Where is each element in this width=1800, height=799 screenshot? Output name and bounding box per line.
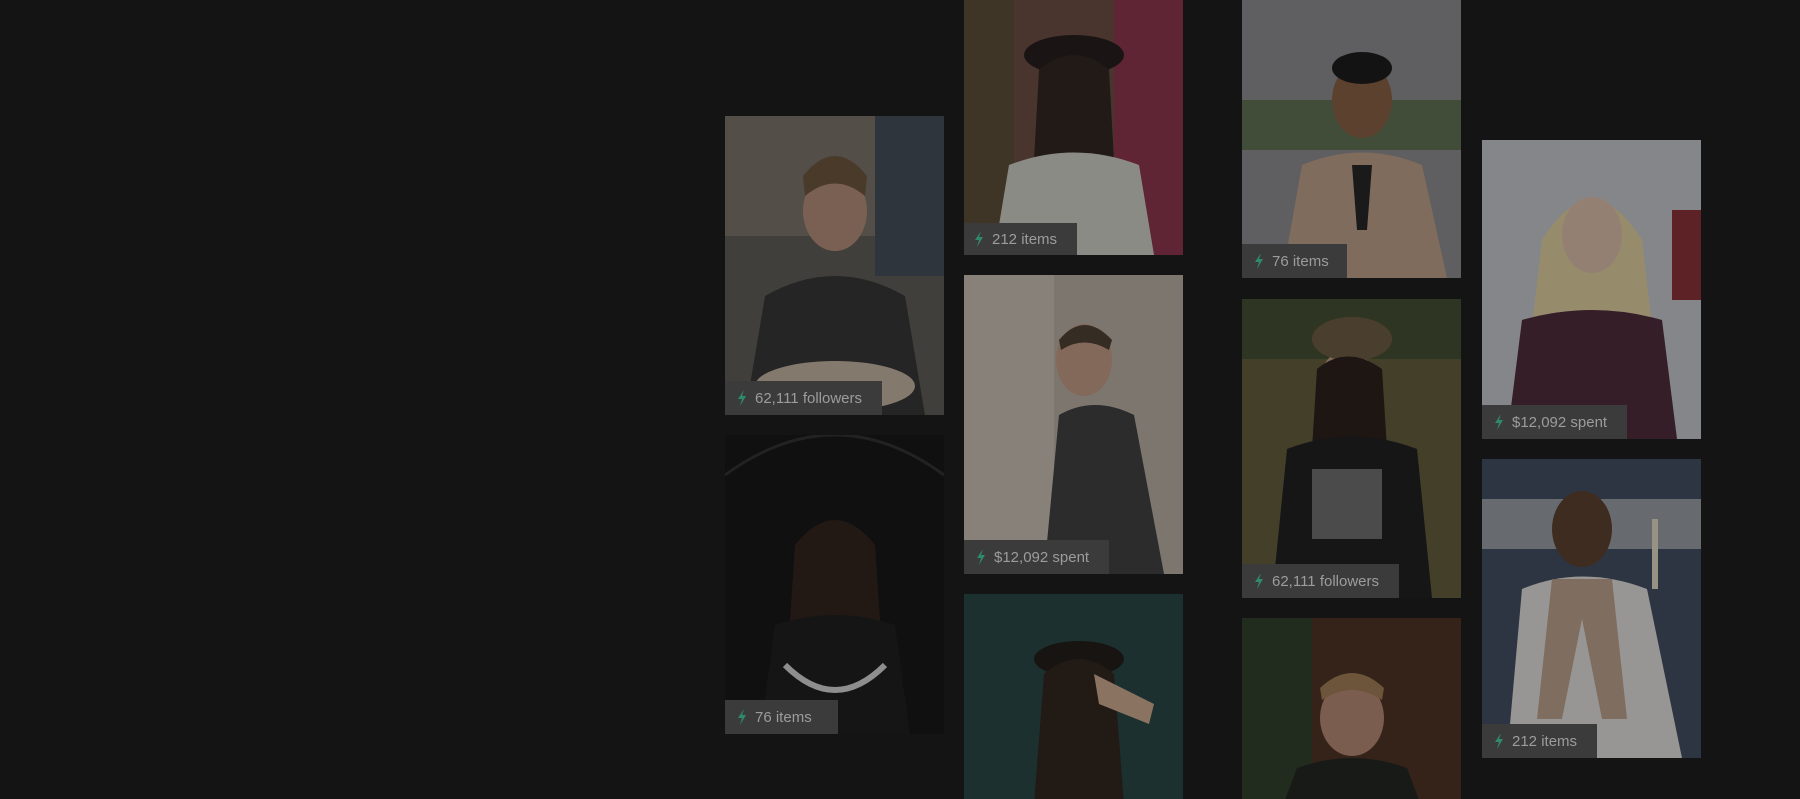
profile-card[interactable]: 62,111 followers [725,116,944,415]
stat-text: 62,111 followers [1272,572,1380,590]
profile-photo [964,275,1183,574]
profile-photo [1482,459,1701,758]
stat-text: 212 items [1512,732,1578,750]
stat-text: 62,111 followers [755,389,863,407]
bolt-icon [737,709,747,725]
stat-badge: 62,111 followers [725,381,883,415]
bolt-icon [1254,253,1264,269]
stat-badge: 62,111 followers [1242,564,1400,598]
bolt-icon [1254,573,1264,589]
profile-card[interactable] [1242,618,1461,799]
stat-badge: 76 items [1242,244,1347,278]
stat-text: $12,092 spent [1512,413,1608,431]
profile-photo [1242,299,1461,598]
profile-card[interactable]: 212 items [1482,459,1701,758]
stat-text: 76 items [755,708,812,726]
profile-card[interactable]: $12,092 spent [1482,140,1701,439]
bolt-icon [1494,414,1504,430]
profile-photo [725,435,944,734]
profile-card[interactable]: 76 items [1242,0,1461,278]
profile-card[interactable]: 76 items [725,435,944,734]
bolt-icon [974,231,984,247]
profile-photo [1242,618,1461,799]
photo-gallery: 62,111 followers 76 items 212 items $12,… [0,0,1800,799]
profile-photo [1482,140,1701,439]
profile-photo [725,116,944,415]
bolt-icon [737,390,747,406]
stat-badge: 212 items [964,223,1078,255]
stat-badge: $12,092 spent [1482,405,1628,439]
profile-card[interactable] [964,594,1183,799]
stat-text: 212 items [992,230,1058,248]
stat-badge: 212 items [1482,724,1598,758]
profile-card[interactable]: 212 items [964,0,1183,255]
stat-text: $12,092 spent [994,548,1090,566]
profile-photo [964,0,1183,255]
stat-text: 76 items [1272,252,1329,270]
stat-badge: $12,092 spent [964,540,1110,574]
profile-card[interactable]: 62,111 followers [1242,299,1461,598]
profile-photo [1242,0,1461,278]
profile-photo [964,594,1183,799]
stat-badge: 76 items [725,700,838,734]
bolt-icon [1494,733,1504,749]
bolt-icon [976,549,986,565]
profile-card[interactable]: $12,092 spent [964,275,1183,574]
